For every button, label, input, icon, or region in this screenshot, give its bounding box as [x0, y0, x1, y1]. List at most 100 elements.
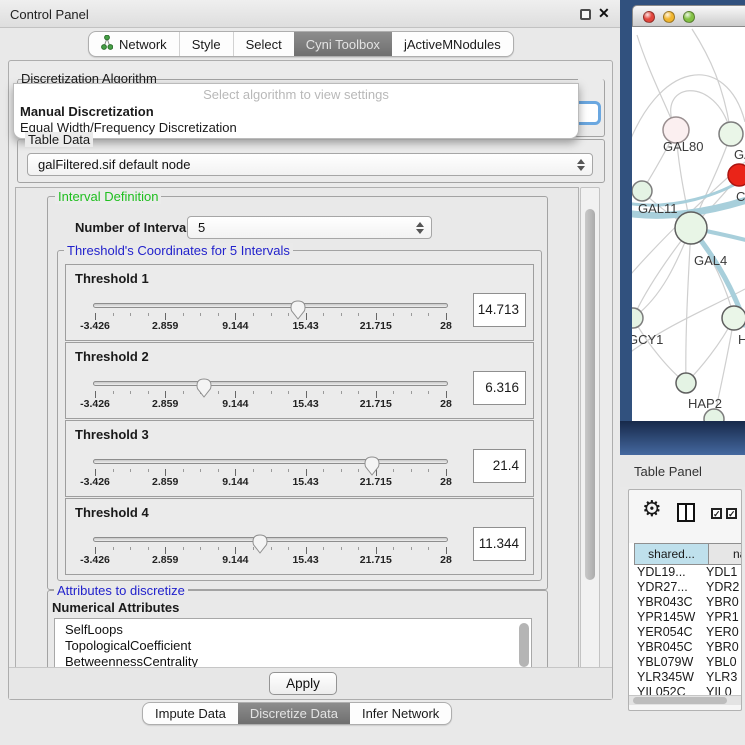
table-row[interactable]: YIL052CYIL0	[629, 685, 742, 695]
settings-scroll-area: Interval Definition Number of Intervals …	[15, 187, 579, 669]
table-row[interactable]: YDL19...YDL1	[629, 565, 742, 580]
table-panel-title: Table Panel	[634, 464, 702, 479]
control-panel-titlebar: Control Panel ✕	[0, 0, 620, 28]
tab-impute-data[interactable]: Impute Data	[143, 703, 238, 724]
threshold-slider[interactable]: -3.4262.8599.14415.4321.71528	[93, 451, 448, 493]
tab-network[interactable]: Network	[89, 32, 179, 56]
table-row[interactable]: YLR345WYLR3	[629, 670, 742, 685]
network-node[interactable]	[675, 212, 707, 244]
apply-row: Apply	[9, 667, 612, 699]
network-node-label: GAL4	[694, 253, 727, 268]
scrollbar-thumb[interactable]	[585, 209, 595, 580]
attribute-list-item[interactable]: TopologicalCoefficient	[65, 638, 531, 654]
network-view-frame: GAL80 GA C GAL11 GAL4 GCY1 H HAP2	[620, 0, 745, 455]
slider-track[interactable]	[93, 381, 448, 386]
apply-button[interactable]: Apply	[269, 672, 337, 695]
slider-track[interactable]	[93, 303, 448, 308]
table-row[interactable]: YER054CYER0	[629, 625, 742, 640]
table-row[interactable]: YBR045CYBR0	[629, 640, 742, 655]
threshold-label: Threshold 3	[75, 427, 149, 442]
close-traffic-light-icon[interactable]	[643, 11, 655, 23]
thresholds-container: Threshold 1 -3.4262.8599.14415.4321.7152…	[57, 250, 542, 581]
threshold-slider[interactable]: -3.4262.8599.14415.4321.71528	[93, 529, 448, 571]
table-row[interactable]: YBL079WYBL0	[629, 655, 742, 670]
threshold-value-field[interactable]: 6.316	[473, 371, 526, 405]
network-node[interactable]	[722, 306, 745, 330]
network-node[interactable]	[728, 164, 745, 186]
number-of-intervals-combobox[interactable]: 5	[187, 216, 432, 239]
network-node-label: GA	[734, 147, 745, 162]
algorithm-combobox-hint: Select algorithm to view settings	[14, 87, 578, 102]
close-icon[interactable]: ✕	[598, 5, 610, 22]
network-node[interactable]	[676, 373, 696, 393]
network-node-label: GAL80	[663, 139, 703, 154]
panel-title: Control Panel	[10, 7, 89, 22]
numerical-attributes-list[interactable]: SelfLoopsTopologicalCoefficientBetweenne…	[54, 618, 532, 669]
network-node[interactable]	[719, 122, 743, 146]
column-header-name[interactable]: na	[709, 543, 742, 565]
slider-thumb-icon[interactable]	[364, 456, 380, 476]
threshold-value-field[interactable]: 11.344	[473, 527, 526, 561]
table-row[interactable]: YPR145WYPR1	[629, 610, 742, 625]
settings-vertical-scrollbar[interactable]	[580, 187, 600, 669]
threshold-slider[interactable]: -3.4262.8599.14415.4321.71528	[93, 373, 448, 415]
network-node-label: GCY1	[632, 332, 663, 347]
attributes-list-scrollbar[interactable]	[519, 623, 529, 667]
network-node-label: HAP2	[688, 396, 722, 411]
minimize-traffic-light-icon[interactable]	[663, 11, 675, 23]
tab-infer-network[interactable]: Infer Network	[350, 703, 451, 724]
slider-track[interactable]	[93, 459, 448, 464]
table-horizontal-scrollbar[interactable]	[629, 695, 742, 705]
table-row[interactable]: YBR043CYBR0	[629, 595, 742, 610]
network-node[interactable]	[632, 181, 652, 201]
cyni-toolbox-panel: Discretization Algorithm Select algorith…	[8, 60, 613, 700]
network-node-label: C	[736, 189, 745, 204]
tab-select[interactable]: Select	[233, 32, 294, 56]
column-header-shared-name[interactable]: shared...	[634, 543, 709, 565]
tab-discretize-data[interactable]: Discretize Data	[238, 703, 350, 724]
threshold-row: Threshold 3 -3.4262.8599.14415.4321.7152…	[65, 420, 534, 497]
bottom-tab-bar: Impute Data Discretize Data Infer Networ…	[142, 702, 452, 725]
table-rows: YDL19...YDL1YDR27...YDR2YBR043CYBR0YPR14…	[629, 565, 742, 695]
checkbox-icon[interactable]: ✓	[711, 508, 722, 519]
network-canvas[interactable]: GAL80 GA C GAL11 GAL4 GCY1 H HAP2	[632, 27, 745, 421]
table-column-headers: shared... na	[629, 543, 742, 565]
slider-thumb-icon[interactable]	[196, 378, 212, 398]
table-row[interactable]: YDR27...YDR2	[629, 580, 742, 595]
table-toolbar: ⚙ ✓ ✓	[629, 490, 741, 542]
network-node-label: H	[738, 332, 745, 347]
slider-track[interactable]	[93, 537, 448, 542]
threshold-row: Threshold 2 -3.4262.8599.14415.4321.7152…	[65, 342, 534, 419]
table-data-combobox[interactable]: galFiltered.sif default node	[27, 153, 593, 176]
network-icon	[101, 35, 113, 53]
network-window-titlebar[interactable]	[632, 5, 745, 27]
float-window-icon[interactable]	[580, 9, 591, 20]
table-panel: ⚙ ✓ ✓ shared... na YDL19...YDL1YDR27...Y…	[628, 489, 742, 711]
tab-cyni-toolbox[interactable]: Cyni Toolbox	[294, 32, 392, 56]
tab-style[interactable]: Style	[179, 32, 233, 56]
tab-jactivemnodules[interactable]: jActiveMNodules	[392, 32, 513, 56]
checkbox-icon[interactable]: ✓	[726, 508, 737, 519]
scrollbar-thumb[interactable]	[633, 697, 727, 704]
attributes-group-label: Attributes to discretize	[54, 583, 188, 598]
split-view-icon[interactable]	[677, 503, 695, 522]
algorithm-option-manual[interactable]: Manual Discretization	[20, 104, 154, 119]
numerical-attributes-label: Numerical Attributes	[52, 600, 179, 615]
slider-thumb-icon[interactable]	[290, 300, 306, 320]
combo-stepper-icon	[577, 159, 585, 171]
threshold-slider[interactable]: -3.4262.8599.14415.4321.71528	[93, 295, 448, 337]
network-node-label: GAL11	[638, 201, 678, 216]
threshold-value-field[interactable]: 14.713	[473, 293, 526, 327]
slider-thumb-icon[interactable]	[252, 534, 268, 554]
top-tab-bar: Network Style Select Cyni Toolbox jActiv…	[88, 31, 514, 57]
table-panel-header: Table Panel	[620, 455, 745, 487]
zoom-traffic-light-icon[interactable]	[683, 11, 695, 23]
threshold-row: Threshold 4 -3.4262.8599.14415.4321.7152…	[65, 498, 534, 575]
attribute-list-item[interactable]: SelfLoops	[65, 622, 531, 638]
table-data-label: Table Data	[25, 132, 93, 147]
threshold-value-field[interactable]: 21.4	[473, 449, 526, 483]
number-of-intervals-label: Number of Intervals	[75, 220, 197, 235]
gear-icon[interactable]: ⚙	[642, 498, 662, 520]
threshold-label: Threshold 2	[75, 349, 149, 364]
algorithm-dropdown-popup: Select algorithm to view settings Manual…	[13, 83, 579, 139]
